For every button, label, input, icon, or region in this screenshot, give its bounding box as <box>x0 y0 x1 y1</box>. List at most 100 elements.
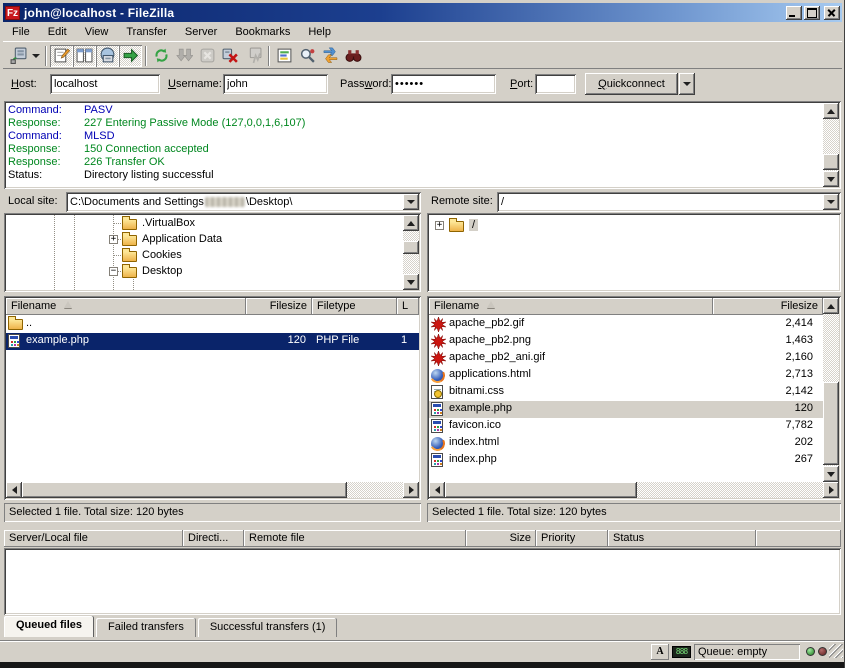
expand-icon[interactable]: + <box>435 221 444 230</box>
local-site-combobox[interactable]: C:\Documents and Settings\Desktop\ <box>66 192 421 212</box>
directory-comparison-button[interactable] <box>296 45 319 67</box>
toggle-local-tree-button[interactable] <box>73 45 96 67</box>
scroll-left-button[interactable] <box>6 482 22 498</box>
remote-list-body[interactable]: apache_pb2.gif 2,414 apache_pb2.png 1,46… <box>429 315 823 482</box>
scroll-right-button[interactable] <box>403 482 419 498</box>
file-row[interactable]: apache_pb2.gif 2,414 <box>429 316 823 333</box>
menu-file[interactable]: File <box>3 23 39 41</box>
menu-edit[interactable]: Edit <box>39 23 76 41</box>
menu-server[interactable]: Server <box>176 23 226 41</box>
file-row-parent[interactable]: .. <box>6 316 419 333</box>
column-header-filename[interactable]: Filename <box>6 298 246 315</box>
menu-bookmarks[interactable]: Bookmarks <box>226 23 299 41</box>
file-row[interactable]: favicon.ico 7,782 <box>429 418 823 435</box>
column-header-filename[interactable]: Filename <box>429 298 713 315</box>
tree-item-application-data[interactable]: Application Data <box>122 231 222 247</box>
local-site-dropdown[interactable] <box>403 194 419 210</box>
tree-item-root[interactable]: / <box>449 217 478 233</box>
process-queue-button[interactable] <box>173 45 196 67</box>
scrollbar-thumb[interactable] <box>823 382 839 465</box>
local-horizontal-scrollbar[interactable] <box>6 482 419 498</box>
scroll-up-button[interactable] <box>823 103 839 119</box>
synchronized-browsing-button[interactable] <box>319 45 342 67</box>
maximize-button[interactable] <box>804 6 820 20</box>
refresh-button[interactable] <box>150 45 173 67</box>
column-header-direction[interactable]: Directi... <box>183 530 244 547</box>
column-header-server-local-file[interactable]: Server/Local file <box>4 530 183 547</box>
file-row[interactable]: apache_pb2.png 1,463 <box>429 333 823 350</box>
file-row-example-php[interactable]: example.php 120 PHP File 1 <box>6 333 419 350</box>
scrollbar-thumb[interactable] <box>823 154 839 170</box>
port-input[interactable] <box>535 74 576 94</box>
tree-item-virtualbox[interactable]: .VirtualBox <box>122 215 195 231</box>
message-log-lines[interactable]: Command:PASV Response:227 Entering Passi… <box>6 103 822 187</box>
toggle-remote-tree-button[interactable] <box>96 45 119 67</box>
column-header-filetype[interactable]: Filetype <box>312 298 397 315</box>
scroll-right-button[interactable] <box>823 482 839 498</box>
tab-failed-transfers[interactable]: Failed transfers <box>96 618 196 637</box>
site-manager-button[interactable] <box>7 45 30 67</box>
file-row-example-php[interactable]: example.php 120 <box>429 401 823 418</box>
site-manager-dropdown[interactable] <box>30 45 42 67</box>
column-header-size[interactable]: Size <box>466 530 536 547</box>
menu-transfer[interactable]: Transfer <box>117 23 176 41</box>
expand-icon[interactable]: + <box>109 235 118 244</box>
cancel-operation-button[interactable] <box>196 45 219 67</box>
scroll-down-button[interactable] <box>823 466 839 482</box>
log-scrollbar[interactable] <box>823 103 839 187</box>
column-header-remote-file[interactable]: Remote file <box>244 530 466 547</box>
file-row[interactable]: applications.html 2,713 <box>429 367 823 384</box>
toggle-transfer-queue-button[interactable] <box>119 45 142 67</box>
password-input[interactable] <box>391 74 496 94</box>
tree-item-label: .VirtualBox <box>142 217 195 229</box>
css-file-icon <box>431 385 443 399</box>
close-button[interactable] <box>824 6 840 20</box>
queue-body[interactable] <box>4 548 841 615</box>
tab-successful-transfers[interactable]: Successful transfers (1) <box>198 618 338 637</box>
scrollbar-thumb[interactable] <box>22 482 347 498</box>
tab-queued-files[interactable]: Queued files <box>4 616 94 637</box>
column-header-priority[interactable]: Priority <box>536 530 608 547</box>
remote-horizontal-scrollbar[interactable] <box>429 482 839 498</box>
file-name: favicon.ico <box>449 419 711 431</box>
disconnect-button[interactable] <box>219 45 242 67</box>
find-files-button[interactable] <box>342 45 365 67</box>
quickconnect-dropdown[interactable] <box>679 73 695 95</box>
file-row[interactable]: apache_pb2_ani.gif 2,160 <box>429 350 823 367</box>
file-row[interactable]: bitnami.css 2,142 <box>429 384 823 401</box>
local-site-label: Local site: <box>8 195 58 207</box>
tree-item-cookies[interactable]: Cookies <box>122 247 182 263</box>
menu-help[interactable]: Help <box>299 23 340 41</box>
remote-site-dropdown[interactable] <box>823 194 839 210</box>
remote-vertical-scrollbar[interactable] <box>823 298 839 482</box>
scroll-up-button[interactable] <box>403 215 419 231</box>
remote-site-combobox[interactable]: / <box>497 192 841 212</box>
file-row[interactable]: index.html 202 <box>429 435 823 452</box>
tree-item-desktop[interactable]: Desktop <box>122 263 182 279</box>
collapse-icon[interactable]: − <box>109 267 118 276</box>
scrollbar-thumb[interactable] <box>445 482 637 498</box>
reconnect-button[interactable] <box>242 45 265 67</box>
local-tree-scrollbar[interactable] <box>403 215 419 290</box>
host-input[interactable] <box>50 74 160 94</box>
local-list-body[interactable]: .. example.php 120 PHP File 1 <box>6 315 419 482</box>
quickconnect-button[interactable]: Quickconnect <box>585 73 678 95</box>
username-input[interactable] <box>223 74 328 94</box>
minimize-button[interactable] <box>786 6 802 20</box>
column-header-status[interactable]: Status <box>608 530 756 547</box>
scroll-left-button[interactable] <box>429 482 445 498</box>
menu-view[interactable]: View <box>76 23 118 41</box>
scroll-up-button[interactable] <box>823 298 839 314</box>
toggle-message-log-button[interactable] <box>50 45 73 67</box>
column-header-filesize[interactable]: Filesize <box>246 298 312 315</box>
file-name: index.html <box>449 436 711 448</box>
resize-grip[interactable] <box>829 644 843 658</box>
filter-button[interactable] <box>273 45 296 67</box>
column-header-lastmodified[interactable]: L <box>397 298 419 315</box>
scroll-down-button[interactable] <box>403 274 419 290</box>
scroll-down-button[interactable] <box>823 171 839 187</box>
file-row[interactable]: index.php 267 <box>429 452 823 469</box>
title-bar[interactable]: Fz john@localhost - FileZilla <box>3 3 842 22</box>
column-header-filesize[interactable]: Filesize <box>713 298 823 315</box>
scrollbar-thumb[interactable] <box>403 241 419 254</box>
